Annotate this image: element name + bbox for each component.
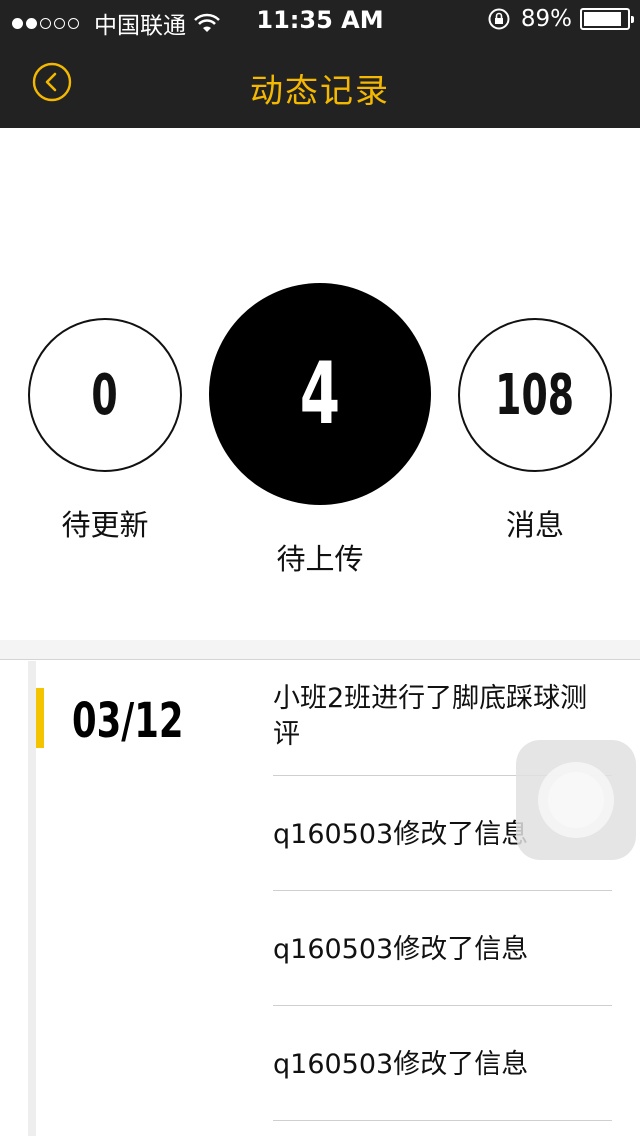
section-divider [0, 640, 640, 660]
timeline-rail [28, 661, 36, 1136]
battery-percent: 89% [520, 6, 572, 32]
nav-bar: 动态记录 [0, 40, 640, 128]
pending-update-label: 待更新 [61, 508, 149, 542]
top-bar: 中国联通 11:35 AM 89% 动态记录 [0, 0, 640, 128]
screen: 中国联通 11:35 AM 89% 动态记录 0 待更新 4 待上传 108 消… [0, 0, 640, 1136]
battery-icon [580, 8, 634, 30]
pending-upload-count: 4 [299, 344, 341, 444]
rotation-lock-icon [488, 8, 510, 30]
pending-update-circle[interactable]: 0 [28, 318, 182, 472]
timeline-date-marker [36, 688, 44, 748]
stats-section: 0 待更新 4 待上传 108 消息 [0, 128, 640, 640]
status-right: 89% [487, 6, 634, 32]
assistive-touch-center [548, 772, 604, 828]
messages-circle[interactable]: 108 [458, 318, 612, 472]
list-item[interactable]: q160503修改了信息 [273, 891, 612, 1006]
list-item[interactable]: q160503修改了信息 [273, 1006, 612, 1121]
messages-label: 消息 [505, 508, 564, 542]
timeline: 03/12 小班2班进行了脚底踩球测评 q160503修改了信息 q160503… [0, 661, 640, 1136]
page-title: 动态记录 [250, 71, 390, 110]
status-bar: 中国联通 11:35 AM 89% [0, 0, 640, 40]
pending-upload-circle[interactable]: 4 [209, 283, 431, 505]
pending-upload-label: 待上传 [276, 542, 364, 576]
assistive-touch-button[interactable] [516, 740, 636, 860]
battery-fill [584, 12, 621, 26]
pending-update-count: 0 [91, 362, 119, 428]
timeline-date: 03/12 [72, 693, 184, 749]
event-list: 小班2班进行了脚底踩球测评 q160503修改了信息 q160503修改了信息 … [273, 661, 612, 1121]
messages-count: 108 [495, 362, 575, 428]
